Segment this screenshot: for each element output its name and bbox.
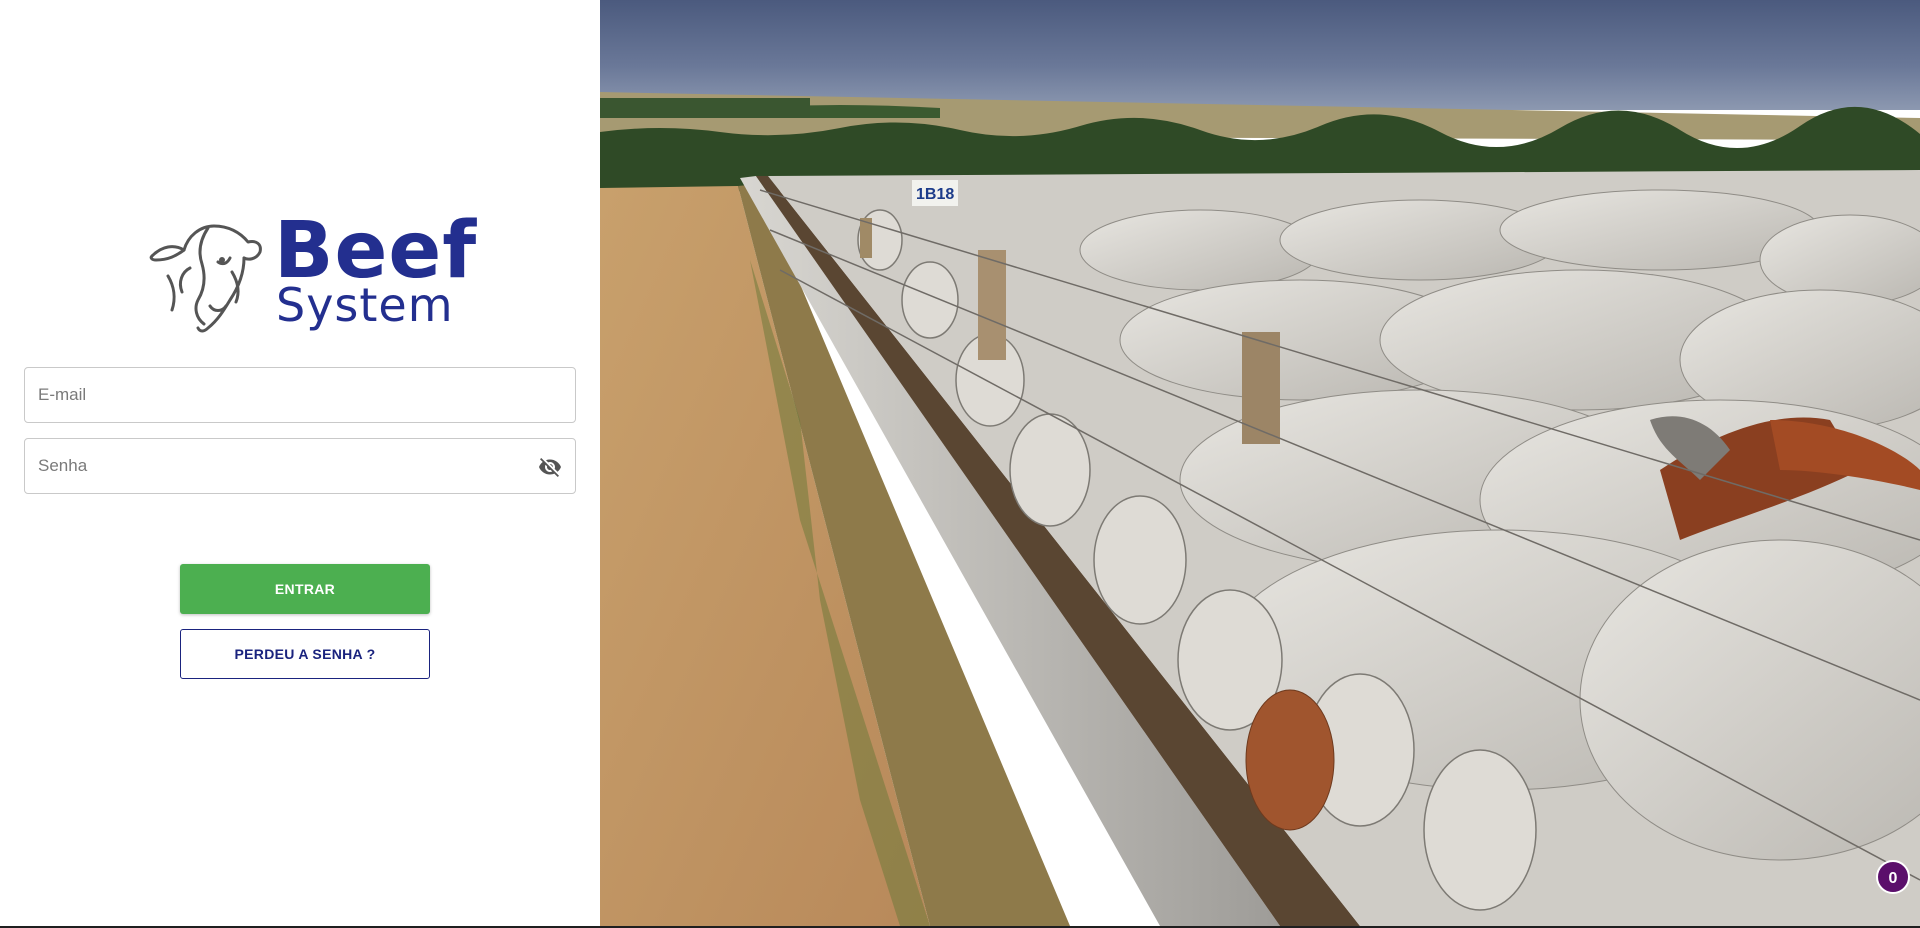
hero-image: 1B18 [600, 0, 1920, 926]
email-input[interactable] [25, 368, 575, 422]
eye-off-icon[interactable] [537, 455, 563, 479]
cattle-feedlot-photo: 1B18 [600, 0, 1920, 926]
bull-head-icon [149, 224, 262, 333]
login-panel: Beef System ENTRAR PERDEU A SENHA ? [0, 0, 600, 926]
brand-word-system: System [276, 278, 454, 332]
brand-logo: Beef System [148, 212, 476, 334]
email-field[interactable] [24, 367, 576, 423]
password-field[interactable] [24, 438, 576, 494]
login-button[interactable]: ENTRAR [180, 564, 430, 614]
forgot-password-button[interactable]: PERDEU A SENHA ? [180, 629, 430, 679]
notification-badge[interactable]: 0 [1876, 860, 1910, 894]
post-label: 1B18 [916, 186, 954, 203]
password-input[interactable] [25, 439, 575, 493]
